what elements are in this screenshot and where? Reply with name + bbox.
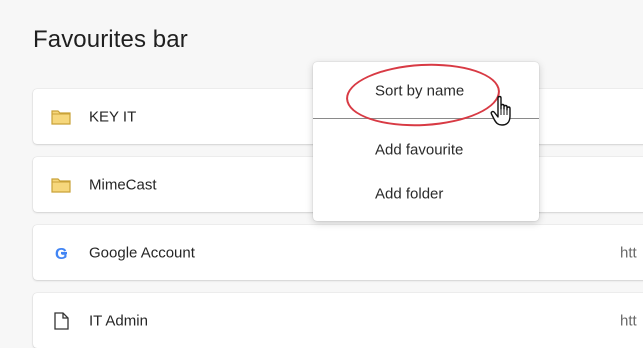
top-edge xyxy=(0,0,643,8)
menu-item-add-folder[interactable]: Add folder xyxy=(313,173,539,215)
favourite-url: htt xyxy=(620,312,637,329)
favourite-url: htt xyxy=(620,244,637,261)
page-title: Favourites bar xyxy=(33,26,188,53)
folder-icon xyxy=(51,177,71,193)
menu-item-add-favourite[interactable]: Add favourite xyxy=(313,129,539,171)
favourite-label: KEY IT xyxy=(89,108,137,125)
favourite-label: IT Admin xyxy=(89,312,148,329)
menu-item-label: Add folder xyxy=(375,185,444,203)
google-icon: G xyxy=(55,246,67,262)
menu-item-label: Add favourite xyxy=(375,141,464,159)
favourite-row-google-account[interactable]: G Google Account htt xyxy=(33,225,643,280)
folder-icon xyxy=(51,109,71,125)
favourite-label: Google Account xyxy=(89,244,195,261)
favourite-row-it-admin[interactable]: IT Admin htt xyxy=(33,293,643,348)
hand-cursor-icon xyxy=(490,95,511,126)
favourite-label: MimeCast xyxy=(89,176,157,193)
